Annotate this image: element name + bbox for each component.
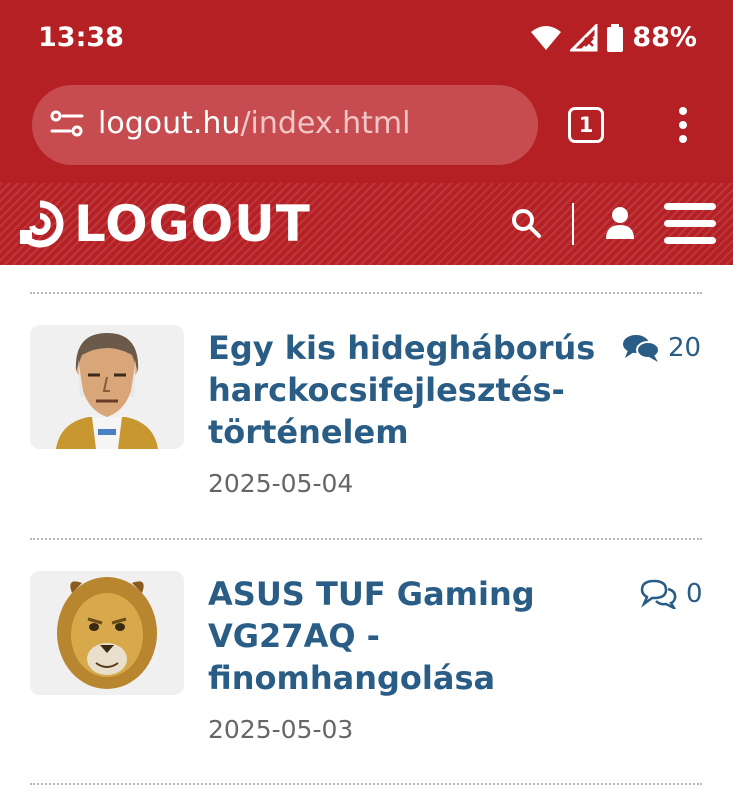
comment-count[interactable]: 0 [640,579,703,609]
url-domain: logout.hu [98,106,241,141]
site-logo[interactable]: LOGOUT [16,199,311,249]
article-item[interactable]: Egy kis hidegháborús harckocsifejlesztés… [0,325,733,525]
battery-percent: 88% [632,22,697,53]
search-icon[interactable] [510,207,542,239]
hamburger-menu-icon[interactable] [664,201,716,247]
article-item[interactable]: ASUS TUF Gaming VG27AQ - finomhangolása … [0,571,733,771]
article-date: 2025-05-03 [208,715,354,744]
url-path: /index.html [240,106,411,141]
battery-icon [607,23,624,52]
article-title[interactable]: ASUS TUF Gaming VG27AQ - finomhangolása [208,573,608,699]
user-icon[interactable] [604,205,636,241]
address-bar[interactable]: logout.hu/index.html [32,85,538,165]
browser-menu-icon[interactable] [676,106,690,144]
url-text[interactable]: logout.hu/index.html [98,106,411,141]
divider [30,538,702,540]
article-date: 2025-05-04 [208,469,354,498]
header-divider [572,203,574,245]
comment-count-value: 0 [686,579,703,609]
browser-toolbar: logout.hu/index.html 1 [0,80,733,183]
site-header: LOGOUT [0,183,733,265]
status-bar: 13:38 88% [0,0,733,80]
tab-switcher-button[interactable]: 1 [568,107,604,143]
logo-text: LOGOUT [74,195,311,253]
divider [30,292,702,294]
cell-signal-icon [570,23,598,51]
article-title[interactable]: Egy kis hidegháborús harckocsifejlesztés… [208,327,608,453]
logout-logo-icon [20,200,64,248]
comments-outline-icon [640,579,677,609]
comment-count-value: 20 [668,333,702,363]
status-time: 13:38 [38,22,124,53]
comment-count[interactable]: 20 [622,333,701,363]
divider [30,783,702,785]
lion-avatar[interactable] [30,571,184,695]
site-settings-icon[interactable] [50,109,84,139]
comments-filled-icon [623,335,660,362]
article-list: Egy kis hidegháborús harckocsifejlesztés… [0,265,733,800]
status-icons: 88% [530,22,697,53]
soldier-avatar[interactable] [30,325,184,449]
wifi-icon [531,25,562,50]
